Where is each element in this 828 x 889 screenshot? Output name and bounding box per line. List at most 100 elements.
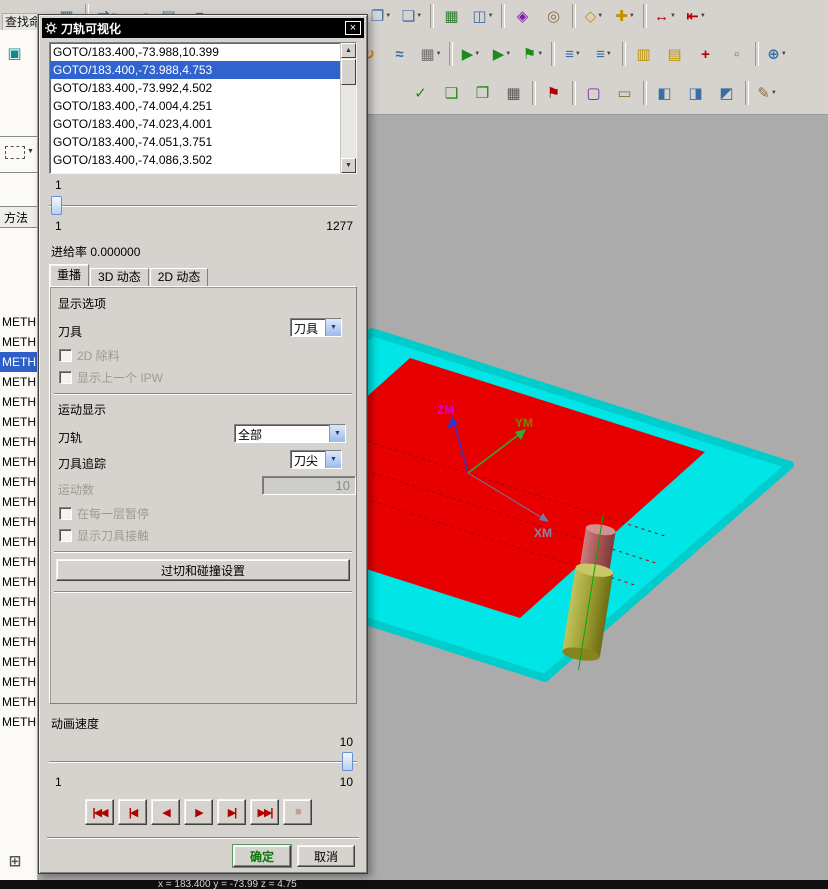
toolbar-icon[interactable] [551,42,555,66]
stop-button[interactable]: ■ [283,799,312,825]
checkbox-box[interactable] [59,371,72,384]
checkbox-tool-contact[interactable]: 显示刀具接触 [59,527,149,544]
postprocess-icon[interactable]: ❐ [470,80,496,106]
method-list-item[interactable]: METH [0,652,37,672]
play-forward-button[interactable]: ▶ [184,799,213,825]
chevron-down-icon[interactable]: ▼ [329,425,345,442]
grid-icon[interactable]: ⊞ [2,848,28,874]
create-operation-icon[interactable]: + [693,41,719,67]
method-list-item[interactable]: METH [0,472,37,492]
toolbar-icon[interactable] [572,81,576,105]
verify-toolpath-icon[interactable]: ⚑ ▼ [520,41,546,67]
machine-tool-icon[interactable]: ▥ [631,41,657,67]
find-command-label[interactable]: 查找命 [2,13,38,31]
slider-track[interactable] [49,205,357,207]
snap-point-icon[interactable]: ◇ ▼ [581,3,607,29]
step-back-button[interactable]: |◀ [118,799,147,825]
dimension-icon[interactable]: ↔ ▼ [652,3,678,29]
geometry-view-icon[interactable]: ▤ [662,41,688,67]
ok-button[interactable]: 确定 [233,845,291,867]
method-list-item[interactable]: METH [0,332,37,352]
goto-list-item[interactable]: GOTO/183.400,-73.992,4.502 [50,79,340,97]
tool-combo[interactable]: 刀具 ▼ [290,318,342,337]
shop-doc-icon[interactable]: ▦ [501,80,527,106]
method-list-item[interactable]: METH [0,572,37,592]
monitor-icon[interactable]: ▢ [581,80,607,106]
tab-3d-dynamic[interactable]: 3D 动态 [90,268,149,286]
toolpath-progress-slider[interactable] [49,195,357,217]
sync-both-icon[interactable]: ◩ [714,80,740,106]
checkbox-box[interactable] [59,529,72,542]
scroll-up-icon[interactable]: ▲ [341,43,356,58]
list-output-icon[interactable]: ❏ [439,80,465,106]
stock-icon[interactable]: ▭ [612,80,638,106]
find-settings-icon[interactable]: ◎ [541,3,567,29]
checkbox-show-ipw[interactable]: 显示上一个 IPW [59,369,163,386]
material-display-icon[interactable]: ◈ [510,3,536,29]
tool-track-combo[interactable]: 刀尖 ▼ [290,450,342,469]
close-icon[interactable]: × [345,21,361,35]
method-column-header[interactable]: 方法 [0,206,37,228]
goto-list-item[interactable]: GOTO/183.400,-74.086,3.502 [50,151,340,169]
goto-list-item[interactable]: GOTO/183.400,-74.051,3.751 [50,133,340,151]
edit-settings-icon[interactable]: ✎ ▼ [754,80,780,106]
method-list-item[interactable]: METH [0,312,37,332]
tab-2d-dynamic[interactable]: 2D 动态 [149,268,209,286]
method-list-item[interactable]: METH [0,552,37,572]
method-list-item[interactable]: METH [0,712,37,732]
program-order-icon[interactable]: ≡ ▼ [591,41,617,67]
selection-filter-icon[interactable] [5,146,25,159]
toolbar-icon[interactable] [755,42,759,66]
view-layout-icon[interactable]: ◫ ▼ [470,3,496,29]
scrollbar-thumb[interactable] [341,59,356,85]
measure-icon[interactable]: ⇤ ▼ [683,3,709,29]
checkbox-box[interactable] [59,349,72,362]
generate-toolpath-icon[interactable]: ▶ ▼ [458,41,484,67]
checkbox-2d-removal[interactable]: 2D 除料 [59,347,120,364]
slider-thumb[interactable] [342,752,353,771]
motion-count-input[interactable]: 10 [262,476,356,495]
method-list-item[interactable]: METH [0,452,37,472]
scroll-down-icon[interactable]: ▼ [341,158,356,173]
step-forward-button[interactable]: ▶| [217,799,246,825]
datum-point-icon[interactable]: ✚ ▼ [612,3,638,29]
spreadsheet-icon[interactable]: ▦ [439,3,465,29]
tab-replay[interactable]: 重播 [49,264,90,286]
toolbar-icon[interactable] [501,4,505,28]
toolbar-icon[interactable] [745,81,749,105]
play-backward-button[interactable]: ◀ [151,799,180,825]
chevron-down-icon[interactable]: ▼ [325,319,341,336]
method-list-item[interactable]: METH [0,492,37,512]
method-list-item[interactable]: METH [0,432,37,452]
insert-icon[interactable]: ⊕ ▼ [764,41,790,67]
animation-speed-slider[interactable] [49,751,357,773]
slider-track[interactable] [49,761,357,763]
method-list-item[interactable]: METH [0,392,37,412]
copy-display-icon[interactable]: ❐ ▼ [368,3,394,29]
goto-list-item[interactable]: GOTO/183.400,-74.023,4.001 [50,115,340,133]
method-list-item[interactable]: METH [0,612,37,632]
paste-display-icon[interactable]: ❏ ▼ [399,3,425,29]
spline-icon[interactable]: ≈ [387,41,413,67]
toolbar-icon[interactable] [622,42,626,66]
goto-scrollbar[interactable]: ▲ ▼ [340,43,356,173]
grid-plane-icon[interactable]: ▦ ▼ [418,41,444,67]
verify-check-icon[interactable]: ✓ [408,80,434,106]
method-list-item[interactable]: METH [0,632,37,652]
method-list-item[interactable]: METH [0,512,37,532]
method-list-item[interactable]: METH [0,352,37,372]
play-to-end-button[interactable]: ▶▶| [250,799,279,825]
gouge-collision-settings-button[interactable]: 过切和碰撞设置 [56,559,350,581]
goto-list-item[interactable]: GOTO/183.400,-74.004,4.251 [50,97,340,115]
method-list-item[interactable]: METH [0,372,37,392]
toolpath-combo[interactable]: 全部 ▼ [234,424,346,443]
flag-icon[interactable]: ⚑ [541,80,567,106]
checkbox-box[interactable] [59,507,72,520]
toolbar-icon[interactable] [430,4,434,28]
blank-icon[interactable]: ▫ [724,41,750,67]
method-list-item[interactable]: METH [0,692,37,712]
replay-toolpath-icon[interactable]: ▶ ▼ [489,41,515,67]
method-list-item[interactable]: METH [0,412,37,432]
dialog-titlebar[interactable]: 刀轨可视化 × [42,18,364,38]
toolbar-icon[interactable] [449,42,453,66]
